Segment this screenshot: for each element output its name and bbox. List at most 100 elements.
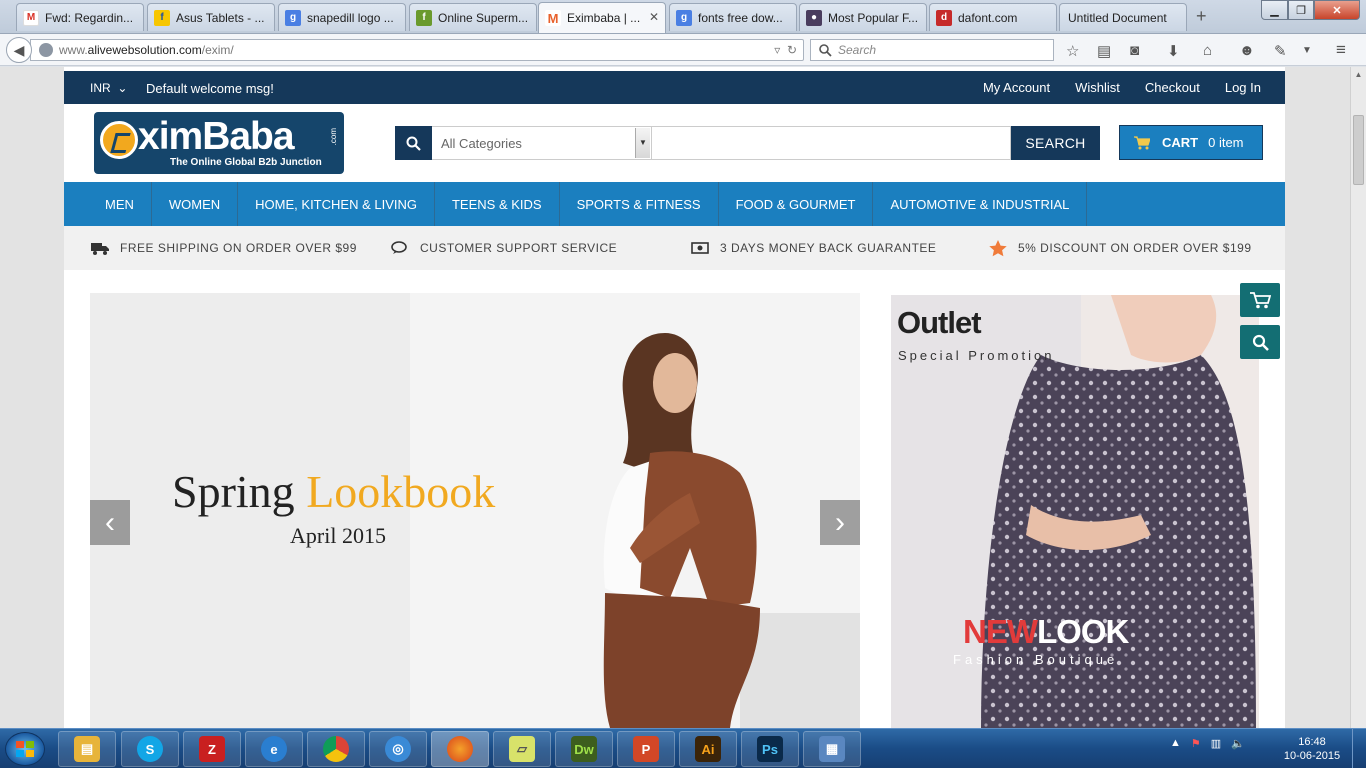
dafont-icon: d [936, 9, 952, 26]
nav-food-gourmet[interactable]: FOOD & GOURMET [719, 182, 874, 226]
close-window-button[interactable]: ✕ [1314, 0, 1360, 20]
top-strip: INR ⌄ Default welcome msg! My Account Wi… [64, 71, 1285, 104]
tray-volume-icon[interactable]: 🔈 [1231, 737, 1245, 750]
my-account-link[interactable]: My Account [983, 80, 1050, 95]
scroll-up-icon[interactable]: ▲ [1351, 67, 1366, 83]
start-button[interactable] [5, 732, 45, 766]
nav-automotive-industrial[interactable]: AUTOMOTIVE & INDUSTRIAL [873, 182, 1088, 226]
nav-teens-kids[interactable]: TEENS & KIDS [435, 182, 560, 226]
windows-logo-icon [16, 741, 34, 757]
tab-untitled-document[interactable]: Untitled Document [1059, 3, 1187, 31]
taskbar-powerpoint[interactable]: P [617, 731, 675, 767]
floating-cart-button[interactable] [1240, 283, 1280, 317]
taskbar-illustrator[interactable]: Ai [679, 731, 737, 767]
new-tab-button[interactable]: + [1196, 6, 1207, 27]
slide-subtitle: April 2015 [290, 523, 386, 548]
back-button[interactable]: ◀ [6, 37, 32, 63]
taskbar-clock[interactable]: 16:48 10-06-2015 [1282, 735, 1342, 763]
category-select-value: All Categories [441, 135, 522, 151]
tray-network-icon[interactable]: ▥ [1211, 737, 1221, 750]
chevron-down-icon: ▼ [635, 128, 650, 158]
tab-asus-tablets[interactable]: f Asus Tablets - ... [147, 3, 275, 31]
promo-subtitle: Special Promotion [898, 348, 1055, 363]
tab-most-popular-fonts[interactable]: ● Most Popular F... [799, 3, 927, 31]
tab-fonts-free-download[interactable]: g fonts free dow... [669, 3, 797, 31]
google-icon: g [285, 9, 301, 26]
tab-label: fonts free dow... [698, 10, 783, 25]
maximize-button[interactable]: ❐ [1288, 0, 1314, 20]
gmail-icon: M [23, 9, 39, 26]
category-select[interactable]: All Categories ▼ [432, 126, 652, 160]
search-icon-button[interactable] [395, 126, 432, 160]
magento-icon: M [545, 10, 561, 26]
checkout-link[interactable]: Checkout [1145, 80, 1200, 95]
taskbar-filezilla[interactable]: Z [183, 731, 241, 767]
nav-home-kitchen-living[interactable]: HOME, KITCHEN & LIVING [238, 182, 435, 226]
nav-women[interactable]: WOMEN [152, 182, 239, 226]
truck-icon [90, 240, 110, 256]
chevron-down-icon[interactable]: ▼ [1302, 45, 1312, 56]
windows-taskbar: ▤ S Z e ◎ ▱ Dw P Ai Ps ▦ ▲ ⚑ ▥ 🔈 16:48 1… [0, 728, 1366, 768]
dreamweaver-icon: Dw [571, 736, 597, 762]
tab-eximbaba[interactable]: M Eximbaba | ... ✕ [538, 2, 666, 33]
benefit-label: CUSTOMER SUPPORT SERVICE [420, 241, 618, 255]
cart-button[interactable]: CART 0 item [1119, 125, 1263, 160]
browser-search-field[interactable]: Search [810, 39, 1054, 61]
search-input[interactable] [652, 126, 1011, 160]
tab-label: Most Popular F... [828, 10, 919, 25]
taskbar-firefox[interactable] [431, 731, 489, 767]
tab-dafont[interactable]: d dafont.com [929, 3, 1057, 31]
show-desktop-button[interactable] [1352, 729, 1366, 768]
tray-expand-icon[interactable]: ▲ [1170, 737, 1181, 750]
address-bar[interactable]: www.alivewebsolution.com/exim/ ▿ ↻ [30, 39, 804, 61]
filezilla-icon: Z [199, 736, 225, 762]
product-search: All Categories ▼ SEARCH [395, 126, 1100, 160]
tab-label: snapedill logo ... [307, 10, 394, 25]
hero-slider: Spring Lookbook April 2015 ‹ › [90, 293, 860, 728]
addon-icon[interactable]: ✎ [1274, 42, 1287, 60]
minimize-button[interactable]: ▁ [1261, 0, 1288, 20]
site-logo[interactable]: ximBaba .com The Online Global B2b Junct… [94, 112, 344, 174]
fontsite-icon: ● [806, 9, 822, 26]
nav-sports-fitness[interactable]: SPORTS & FITNESS [560, 182, 719, 226]
outlet-promo-banner[interactable]: Outlet Special Promotion NEWLOOK Fashion… [891, 295, 1259, 728]
taskbar-skype[interactable]: S [121, 731, 179, 767]
wishlist-link[interactable]: Wishlist [1075, 80, 1120, 95]
skype-icon: S [137, 736, 163, 762]
search-button[interactable]: SEARCH [1011, 126, 1100, 160]
bookmarks-list-icon[interactable]: ▤ [1097, 42, 1111, 60]
taskbar-sticky-notes[interactable]: ▱ [493, 731, 551, 767]
slider-prev-button[interactable]: ‹ [90, 500, 130, 545]
tray-flag-icon[interactable]: ⚑ [1191, 737, 1201, 750]
taskbar-dreamweaver[interactable]: Dw [555, 731, 613, 767]
currency-selector[interactable]: INR ⌄ [90, 81, 127, 95]
newlook-tagline: Fashion Boutique [953, 652, 1119, 667]
tab-snapedill-logo[interactable]: g snapedill logo ... [278, 3, 406, 31]
chat-icon[interactable]: ☻ [1239, 42, 1255, 59]
reload-icon[interactable]: ▿ ↻ [774, 43, 797, 57]
login-link[interactable]: Log In [1225, 80, 1261, 95]
menu-icon[interactable]: ≡ [1336, 40, 1346, 60]
google-icon: g [676, 9, 692, 26]
tab-gmail[interactable]: M Fwd: Regardin... [16, 3, 144, 31]
nav-men[interactable]: MEN [64, 182, 152, 226]
tab-online-supermarket[interactable]: f Online Superm... [409, 3, 537, 31]
bookmark-star-icon[interactable]: ☆ [1066, 42, 1079, 60]
taskbar-safari[interactable]: ◎ [369, 731, 427, 767]
taskbar-internet-explorer[interactable]: e [245, 731, 303, 767]
scrollbar-thumb[interactable] [1353, 115, 1364, 185]
taskbar-photoshop[interactable]: Ps [741, 731, 799, 767]
clock-time: 16:48 [1298, 736, 1326, 748]
browser-tab-bar: M Fwd: Regardin... f Asus Tablets - ... … [0, 0, 1366, 34]
vertical-scrollbar[interactable]: ▲ [1350, 67, 1366, 728]
welcome-message: Default welcome msg! [146, 81, 274, 96]
close-tab-icon[interactable]: ✕ [649, 10, 659, 24]
pocket-icon[interactable]: ◙ [1130, 42, 1139, 59]
floating-search-button[interactable] [1240, 325, 1280, 359]
taskbar-explorer[interactable]: ▤ [58, 731, 116, 767]
taskbar-control-panel[interactable]: ▦ [803, 731, 861, 767]
downloads-icon[interactable]: ⬇ [1167, 42, 1180, 60]
slider-next-button[interactable]: › [820, 500, 860, 545]
home-icon[interactable]: ⌂ [1203, 42, 1212, 59]
taskbar-chrome[interactable] [307, 731, 365, 767]
